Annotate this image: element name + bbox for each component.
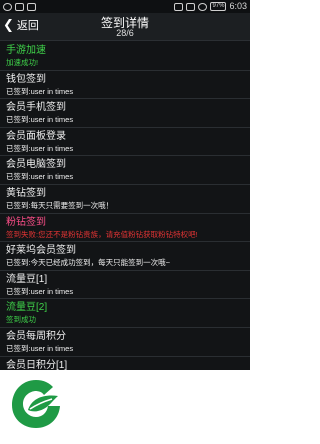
- list-item[interactable]: 会员手机签到 已签到:user in times: [0, 99, 250, 128]
- item-name: 手游加速: [6, 45, 46, 56]
- item-name: 流量豆[2]: [6, 302, 48, 314]
- list-item[interactable]: 手游加速加速成功!: [0, 42, 250, 71]
- status-bar: 97% 6:03: [0, 0, 250, 13]
- list-item[interactable]: 流量豆[1] 已签到:user in times: [0, 271, 250, 300]
- item-status: 已签到:user in times: [6, 286, 74, 296]
- item-name: 粉钻签到: [6, 216, 46, 228]
- page-subtitle: 28/6: [116, 28, 134, 38]
- notification-icon: [15, 2, 24, 11]
- item-name: 好莱坞会员签到: [6, 245, 76, 257]
- nfc-icon: [174, 2, 184, 11]
- list-item[interactable]: 会员日积分[1]: [0, 357, 250, 370]
- app-screen: 97% 6:03 ❮ 返回 签到详情 28/6 手游加速 加速成功! 钱包签到 已签到…: [0, 0, 250, 370]
- item-status: 已签到:user in times: [6, 86, 74, 96]
- item-name: 黄钻签到: [6, 187, 46, 199]
- list-item[interactable]: 流量豆[2] 签到成功: [0, 299, 250, 328]
- item-status: 已签到:今天已经成功签到，每天只能签到一次哦~: [6, 258, 170, 268]
- lock-icon: [27, 2, 36, 11]
- item-status: 签到成功: [6, 315, 36, 325]
- clock: 6:03: [229, 1, 247, 11]
- list-item[interactable]: 钱包签到 已签到:user in times: [0, 71, 250, 100]
- wifi-icon: [198, 2, 208, 11]
- list-item[interactable]: 好莱坞会员签到 已签到:今天已经成功签到，每天只能签到一次哦~: [0, 242, 250, 271]
- item-name: 会员电脑签到: [6, 159, 66, 171]
- list-item[interactable]: 会员每周积分 已签到:user in times: [0, 328, 250, 357]
- item-name: 会员手机签到: [6, 102, 66, 114]
- item-name: 会员日积分[1]: [6, 359, 68, 370]
- item-name: 钱包签到: [6, 73, 46, 85]
- item-name: 会员面板登录: [6, 130, 66, 142]
- list-item[interactable]: 黄钻签到 已签到:每天只需要签到一次哦！: [0, 185, 250, 214]
- logo-area: [0, 370, 250, 444]
- status-right-icons: 97% 6:03: [174, 0, 247, 13]
- item-status: 已签到:user in times: [6, 343, 74, 353]
- header-bar: ❮ 返回 签到详情 28/6: [0, 13, 250, 41]
- status-left-icons: [3, 0, 36, 13]
- item-status: 已签到:user in times: [6, 172, 74, 182]
- list-item[interactable]: 粉钻签到 签到失败:您还不是粉钻贵族，请充值粉钻获取粉钻特权吧!: [0, 214, 250, 243]
- item-status: 已签到:user in times: [6, 115, 74, 125]
- signin-list[interactable]: 手游加速 加速成功! 钱包签到 已签到:user in times 会员手机签到 已签到:…: [0, 42, 250, 370]
- signal-4g-icon: [186, 2, 196, 11]
- item-status: 加速成功!: [6, 58, 39, 67]
- list-item[interactable]: 会员电脑签到 已签到:user in times: [0, 156, 250, 185]
- battery-indicator: 97%: [210, 2, 227, 11]
- item-status: 已签到:每天只需要签到一次哦！: [6, 200, 114, 210]
- qq-icon: [3, 2, 12, 11]
- item-name: 流量豆[1]: [6, 273, 48, 285]
- leaf-logo-icon: [12, 380, 60, 428]
- item-name: 会员每周积分: [6, 330, 66, 342]
- item-status: 签到失败:您还不是粉钻贵族，请充值粉钻获取粉钻特权吧!: [6, 229, 198, 239]
- item-status: 已签到:user in times: [6, 143, 74, 153]
- list-item[interactable]: 会员面板登录 已签到:user in times: [0, 128, 250, 157]
